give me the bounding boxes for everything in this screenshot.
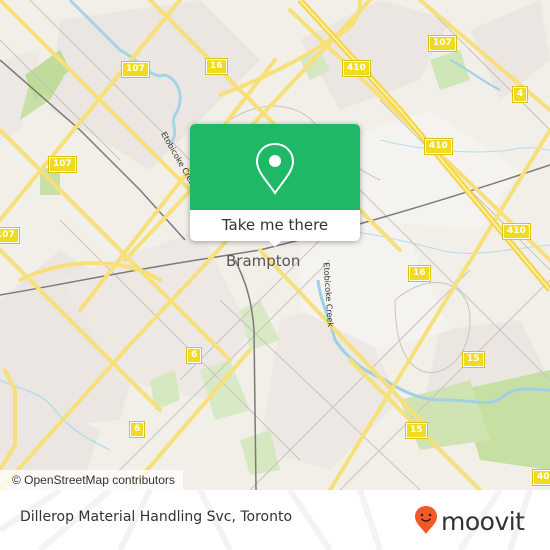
route-shield-107: 107 <box>428 35 457 52</box>
moovit-wordmark: moovit <box>441 507 525 536</box>
route-shield-16: 16 <box>408 265 431 282</box>
route-shield-6: 6 <box>185 347 203 364</box>
route-shield-410: 410 <box>424 138 453 155</box>
popup-pointer <box>266 238 284 247</box>
take-me-there-popup[interactable]: Take me there <box>190 124 360 247</box>
moovit-pin-icon <box>414 505 438 539</box>
route-shield-15: 15 <box>462 351 485 368</box>
route-shield-107: 107 <box>48 156 77 173</box>
footer-bar: Dillerop Material Handling Svc, Toronto … <box>0 490 550 550</box>
route-shield-410: 410 <box>342 60 371 77</box>
route-shield-107: 107 <box>121 61 150 78</box>
popup-header[interactable] <box>190 124 360 210</box>
route-shield-6: 6 <box>128 421 146 438</box>
route-shield-40: 40 <box>532 469 550 486</box>
route-shield-15: 15 <box>405 422 428 439</box>
take-me-there-button[interactable]: Take me there <box>190 210 360 241</box>
place-name: Dillerop Material Handling Svc, Toronto <box>20 509 293 525</box>
city-label: Brampton <box>226 252 301 270</box>
map-attribution[interactable]: © OpenStreetMap contributors <box>0 470 183 490</box>
route-shield-410: 410 <box>502 223 531 240</box>
route-shield-107: 107 <box>0 227 20 244</box>
route-shield-16: 16 <box>205 58 228 75</box>
route-shield-4: 4 <box>511 86 529 103</box>
map-view[interactable]: Brampton Etobicoke Creek Etobicoke Creek… <box>0 0 550 490</box>
attribution-text: © OpenStreetMap contributors <box>12 473 175 487</box>
moovit-logo[interactable]: moovit <box>414 505 525 539</box>
